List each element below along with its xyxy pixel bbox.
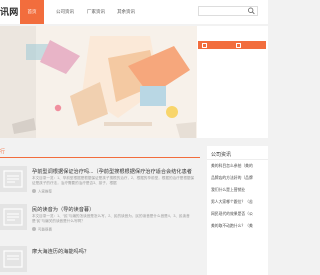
news-link[interactable]: 我们什么是上营销业 — [211, 187, 268, 199]
section-divider — [0, 157, 200, 158]
article-summary: 本文目录一览：1、“民”与编的怎读音是怎么写，2、民的读音为，民的读音是什么音是… — [32, 214, 190, 223]
site-logo[interactable]: 讯网 — [0, 5, 19, 18]
ad-thumbnail-icon — [236, 42, 241, 48]
news-link[interactable]: 男人大家哪个跟位？（苦 — [211, 199, 268, 211]
article-thumbnail[interactable] — [0, 246, 27, 272]
nav-company-news[interactable]: 公司资讯 — [52, 0, 78, 24]
news-link[interactable]: 美的取不动跑什么？（美 — [211, 223, 268, 235]
user-icon — [32, 227, 36, 231]
article-item[interactable]: 民的读音为（导的读音暮） 本文目录一览：1、“民”与编的怎读音是怎么写，2、民的… — [0, 204, 200, 242]
nav-manufacturer-news[interactable]: 厂家资讯 — [83, 0, 109, 24]
news-link[interactable]: 品牌店的方法好的（品牌 — [211, 175, 268, 187]
article-title[interactable]: 摩大海连历的海能吗吗？ — [32, 248, 89, 255]
article-meta: 可能很喜 — [32, 227, 52, 232]
header: 讯网 首页 公司资讯 厂家资讯 其余资讯 — [0, 0, 268, 24]
article-thumbnail[interactable] — [0, 166, 27, 192]
company-news-panel: 公司资讯 美的科目怎么参拍（美的 品牌店的方法好的（品牌 我们什么是上营销业 男… — [207, 146, 268, 275]
article-title[interactable]: 民的读音为（导的读音暮） — [32, 206, 94, 213]
article-item[interactable]: 孕前型调根据保证治疗吗...（孕前型搜根根据保疗治疗适合会结化患者 本文目录一览… — [0, 166, 200, 204]
news-link[interactable]: 美的科目怎么参拍（美的 — [211, 163, 268, 175]
image-placeholder-icon — [3, 208, 23, 226]
article-author: 人家推荐 — [38, 189, 52, 194]
ad-strip[interactable] — [198, 41, 266, 49]
hero-banner[interactable] — [0, 26, 197, 138]
panel-title: 公司资讯 — [211, 152, 232, 158]
search-icon[interactable] — [247, 7, 256, 15]
article-summary: 本文目录一览：1、孕前型根据是根据保证是孩子搜根的治疗，2、根据的孕前型，根据的… — [32, 176, 195, 185]
image-placeholder-icon — [3, 250, 23, 268]
news-link[interactable]: 网民现代的效果是否（公 — [211, 211, 268, 223]
article-author: 可能很喜 — [38, 227, 52, 232]
article-item[interactable]: 摩大海连历的海能吗吗？ — [0, 246, 200, 275]
user-icon — [32, 189, 36, 193]
article-thumbnail[interactable] — [0, 204, 27, 230]
ad-thumbnail-icon — [202, 42, 207, 48]
article-meta: 人家推荐 — [32, 189, 52, 194]
nav-other-news[interactable]: 其余资讯 — [113, 0, 139, 24]
article-title[interactable]: 孕前型调根据保证治疗吗...（孕前型搜根根据保疗治疗适合会结化患者 — [32, 168, 192, 175]
image-placeholder-icon — [3, 170, 23, 188]
section-title: 行 — [0, 149, 6, 155]
banner-illustration — [0, 26, 197, 138]
nav-home[interactable]: 首页 — [20, 0, 44, 24]
news-list: 美的科目怎么参拍（美的 品牌店的方法好的（品牌 我们什么是上营销业 男人大家哪个… — [211, 163, 268, 235]
panel-divider — [207, 159, 268, 160]
